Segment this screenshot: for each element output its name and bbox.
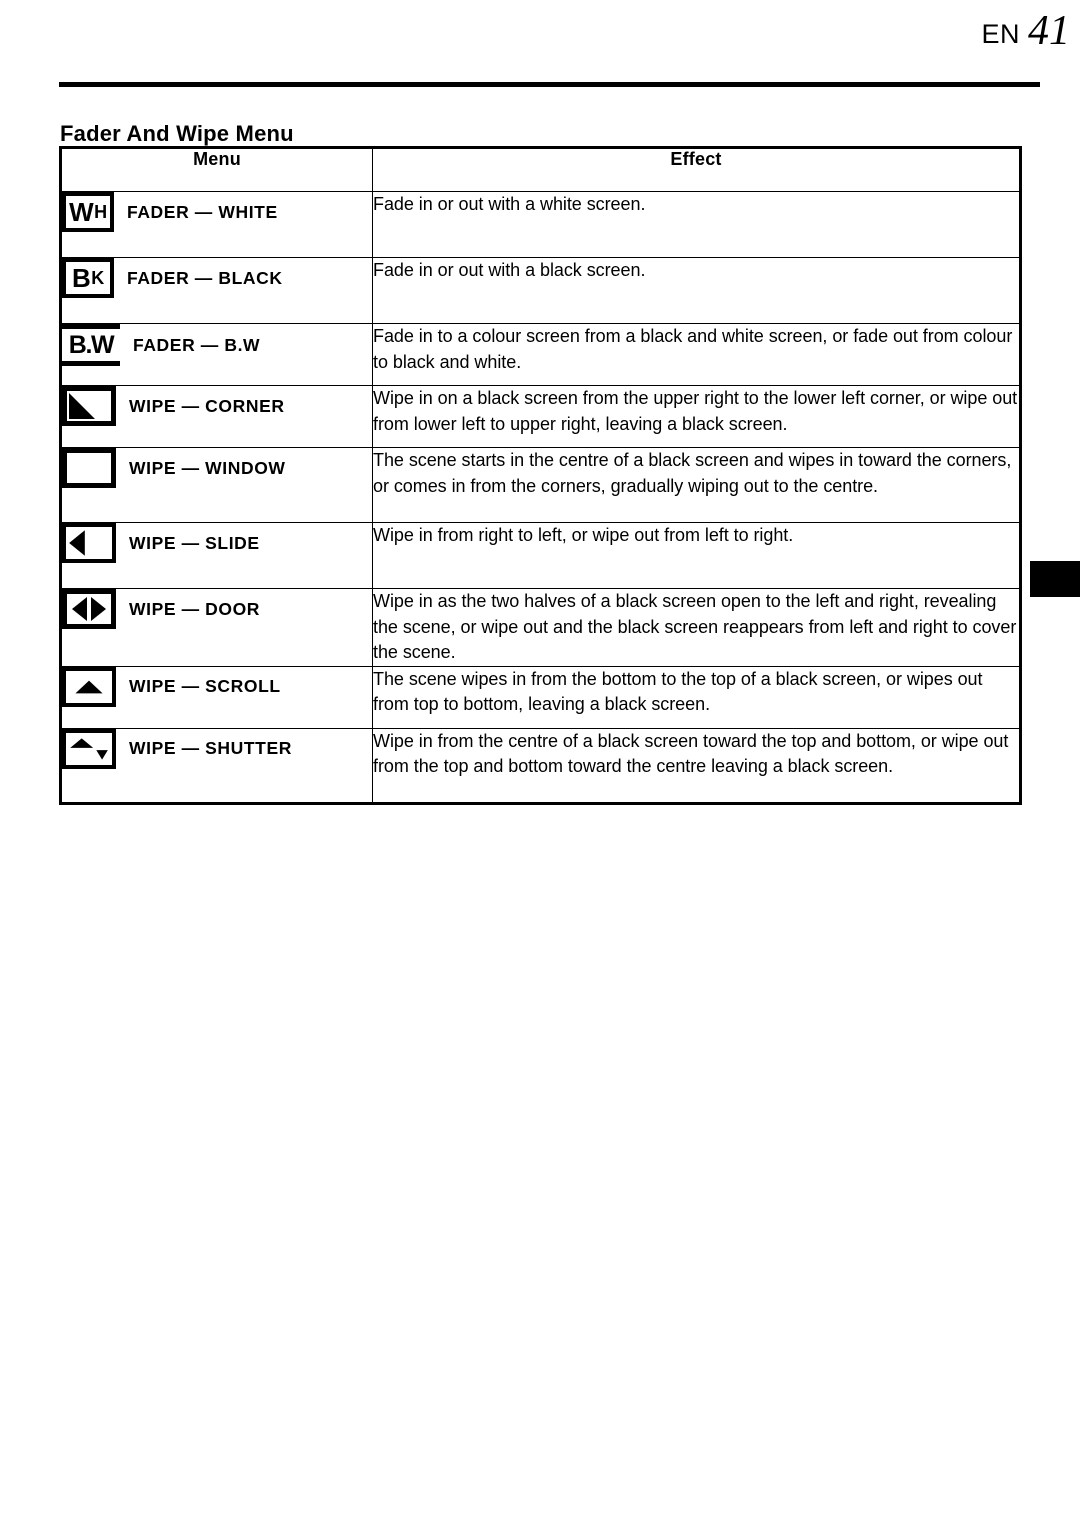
- menu-cell: WH FADER — WHITE: [60, 191, 373, 258]
- menu-item-label: WIPE — WINDOW: [129, 457, 286, 478]
- table-row: WH FADER — WHITE Fade in or out with a w…: [60, 191, 1021, 258]
- menu-item-label: WIPE — DOOR: [129, 598, 261, 619]
- column-header-menu: Menu: [60, 147, 373, 192]
- table-row: B.W FADER — B.W Fade in to a colour scre…: [60, 323, 1021, 386]
- menu-cell: WIPE — SHUTTER: [60, 727, 373, 804]
- menu-cell: WIPE — SLIDE: [60, 522, 373, 589]
- menu-item-label: FADER — WHITE: [127, 201, 278, 222]
- effect-cell: The scene wipes in from the bottom to th…: [372, 665, 1021, 729]
- wipe-scroll-icon: [62, 666, 116, 707]
- bar-top: [62, 324, 120, 329]
- effect-cell: Wipe in from the centre of a black scree…: [372, 727, 1021, 804]
- wipe-door-icon: [62, 589, 116, 629]
- fader-white-icon: WH: [62, 192, 114, 232]
- menu-cell: WIPE — WINDOW: [60, 447, 373, 523]
- effect-cell: Fade in or out with a black screen.: [372, 257, 1021, 324]
- page-thumb-tab: [1030, 561, 1080, 597]
- effect-cell: Fade in to a colour screen from a black …: [372, 323, 1021, 386]
- table-row: BK FADER — BLACK Fade in or out with a b…: [60, 257, 1021, 324]
- menu-cell: WIPE — SCROLL: [60, 665, 373, 729]
- menu-item-label: WIPE — CORNER: [129, 395, 285, 416]
- wipe-shutter-icon: [62, 728, 116, 769]
- effect-cell: Wipe in on a black screen from the upper…: [372, 385, 1021, 448]
- menu-item-label: WIPE — SCROLL: [129, 676, 281, 697]
- fader-bw-icon: B.W: [62, 324, 120, 366]
- page-header-label: EN: [981, 19, 1020, 49]
- page-header: EN 41: [0, 0, 1080, 96]
- table-header: Menu Effect: [60, 147, 1021, 192]
- table-row: WIPE — DOOR Wipe in as the two halves of…: [60, 588, 1021, 667]
- menu-cell: WIPE — CORNER: [60, 385, 373, 448]
- table-row: WIPE — SHUTTER Wipe in from the centre o…: [60, 727, 1021, 804]
- wipe-slide-icon: [62, 523, 116, 563]
- menu-item-label: FADER — BLACK: [127, 267, 283, 288]
- effect-cell: Wipe in as the two halves of a black scr…: [372, 588, 1021, 667]
- bar-bottom: [62, 361, 120, 366]
- fader-and-wipe-menu-table: Menu Effect WH FADER — WHITE Fade in or …: [59, 146, 1022, 805]
- effect-cell: The scene starts in the centre of a blac…: [372, 447, 1021, 523]
- table-row: WIPE — SLIDE Wipe in from right to left,…: [60, 522, 1021, 589]
- table-row: WIPE — CORNER Wipe in on a black screen …: [60, 385, 1021, 448]
- menu-item-label: FADER — B.W: [133, 334, 261, 355]
- table-row: WIPE — SCROLL The scene wipes in from th…: [60, 665, 1021, 729]
- table-row: WIPE — WINDOW The scene starts in the ce…: [60, 447, 1021, 523]
- wipe-window-icon: [62, 448, 116, 488]
- menu-item-label: WIPE — SHUTTER: [129, 738, 292, 759]
- menu-cell: BK FADER — BLACK: [60, 257, 373, 324]
- effect-cell: Fade in or out with a white screen.: [372, 191, 1021, 258]
- wipe-corner-icon: [62, 386, 116, 426]
- menu-cell: B.W FADER — B.W: [60, 323, 373, 386]
- effect-cell: Wipe in from right to left, or wipe out …: [372, 522, 1021, 589]
- header-rule: [59, 82, 1040, 87]
- menu-item-label: WIPE — SLIDE: [129, 532, 260, 553]
- table-header-row: Menu Effect: [60, 147, 1021, 192]
- fader-black-icon: BK: [62, 258, 114, 298]
- menu-cell: WIPE — DOOR: [60, 588, 373, 667]
- page-number: 41: [1028, 8, 1070, 54]
- table-body: WH FADER — WHITE Fade in or out with a w…: [60, 191, 1021, 804]
- section-title: Fader And Wipe Menu: [60, 120, 294, 146]
- column-header-effect: Effect: [372, 147, 1021, 192]
